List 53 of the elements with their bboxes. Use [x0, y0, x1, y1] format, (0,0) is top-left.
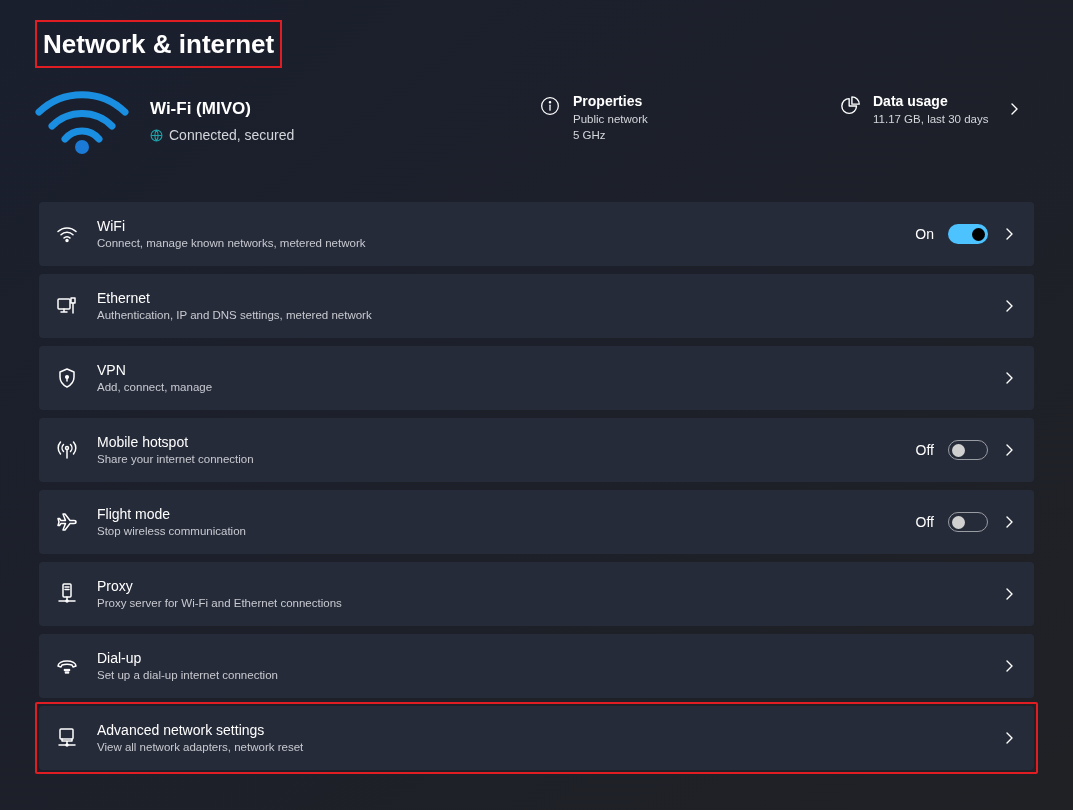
row-title: Ethernet — [97, 289, 151, 307]
settings-row[interactable]: Proxy Proxy server for Wi-Fi and Ethernet connections — [39, 562, 1034, 626]
row-subtitle: Set up a dial-up internet connection — [97, 668, 279, 683]
property-detail: 5 GHz — [573, 128, 607, 143]
chevron-right-icon — [1004, 443, 1014, 457]
settings-row[interactable]: Mobile hotspot Share your internet connection Off — [39, 418, 1034, 482]
settings-row[interactable]: VPN Add, connect, manage — [39, 346, 1034, 410]
chevron-right-icon — [1004, 515, 1014, 529]
row-subtitle: Proxy server for Wi-Fi and Ethernet connections — [97, 596, 343, 611]
chevron-right-icon — [1004, 371, 1014, 385]
toggle-state-label: Off — [915, 440, 934, 460]
toggle-state-label: Off — [915, 512, 934, 532]
connection-status: Connected, secured — [169, 125, 295, 145]
settings-row[interactable]: WiFi Connect, manage known networks, metered network On — [39, 202, 1034, 266]
chevron-right-icon — [1004, 587, 1014, 601]
settings-row[interactable]: Flight mode Stop wireless communication Off — [39, 490, 1034, 554]
row-subtitle: View all network adapters, network reset — [97, 740, 305, 755]
row-title: Mobile hotspot — [97, 433, 190, 451]
row-subtitle: Connect, manage known networks, metered network — [97, 236, 367, 251]
row-subtitle: Authentication, IP and DNS settings, metered network — [97, 308, 373, 323]
settings-row[interactable]: Ethernet Authentication, IP and DNS settings, metered network — [39, 274, 1034, 338]
row-title: WiFi — [97, 217, 126, 235]
computer-icon — [55, 726, 79, 750]
row-title: Proxy — [97, 577, 134, 595]
settings-row[interactable]: Dial-up Set up a dial-up internet connection — [39, 634, 1034, 698]
chevron-right-icon — [1004, 731, 1014, 745]
property-detail: Public network — [573, 112, 648, 127]
properties-title[interactable]: Properties — [573, 91, 648, 111]
airplane-icon — [55, 510, 79, 534]
hotspot-icon — [55, 438, 79, 462]
row-subtitle: Share your internet connection — [97, 452, 255, 467]
row-title: Flight mode — [97, 505, 172, 523]
row-subtitle: Add, connect, manage — [97, 380, 214, 395]
network-name: Wi-Fi (MIVO) — [150, 97, 252, 120]
wifi-icon — [35, 88, 129, 154]
info-icon — [540, 96, 560, 116]
globe-icon — [150, 128, 163, 142]
row-title: Dial-up — [97, 649, 143, 667]
data-usage-title: Data usage — [873, 92, 949, 111]
chevron-right-icon — [1004, 299, 1014, 313]
data-usage-detail: 11.17 GB, last 30 days — [873, 112, 989, 127]
row-subtitle: Stop wireless communication — [97, 524, 247, 539]
chevron-right-icon — [1004, 659, 1014, 673]
row-title: Advanced network settings — [97, 721, 266, 739]
proxy-icon — [55, 582, 79, 606]
toggle-state-label: On — [915, 224, 934, 244]
chevron-right-icon — [1004, 227, 1014, 241]
page-title: Network & internet — [43, 28, 275, 61]
toggle-switch[interactable] — [948, 224, 988, 244]
data-usage-link[interactable]: Data usage 11.17 GB, last 30 days — [840, 91, 1019, 127]
row-title: VPN — [97, 361, 127, 379]
settings-row[interactable]: Advanced network settings View all network adapters, network reset — [39, 706, 1034, 770]
pie-chart-icon — [840, 95, 862, 117]
